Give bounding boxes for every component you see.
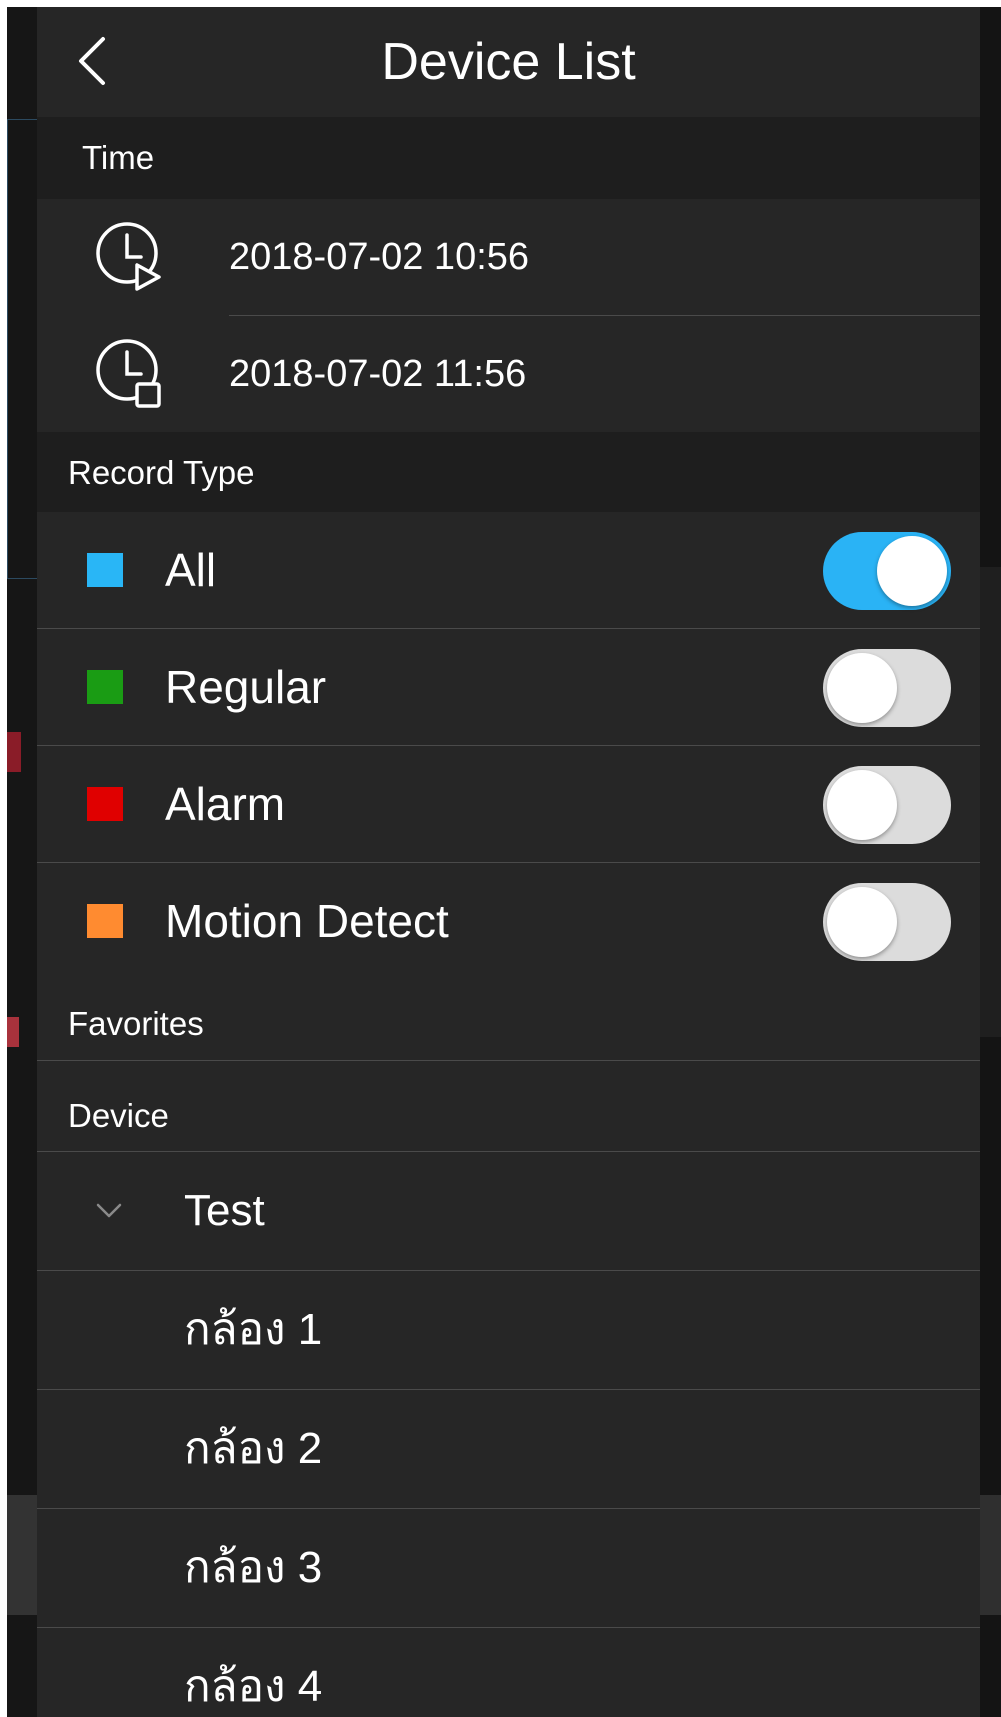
background-left-strip <box>7 7 37 1717</box>
device-group-label: Test <box>184 1186 265 1235</box>
background-panel <box>980 567 1001 1037</box>
toggle-knob <box>877 536 947 606</box>
device-header: Device <box>37 1061 980 1151</box>
camera-row[interactable]: กล้อง 3 <box>37 1509 980 1627</box>
record-type-label: All <box>165 544 217 596</box>
section-label: Device <box>68 1097 169 1134</box>
record-type-row-regular: Regular <box>37 629 980 745</box>
background-red-mark <box>7 1017 19 1047</box>
toggle-motion-detect[interactable] <box>823 883 951 961</box>
camera-label: กล้อง 4 <box>184 1662 323 1711</box>
chevron-down-icon[interactable] <box>93 1194 125 1226</box>
background-bar <box>980 1495 1001 1615</box>
page-title: Device List <box>381 33 636 91</box>
record-type-row-all: All <box>37 512 980 628</box>
section-label: Favorites <box>68 1005 204 1042</box>
favorites-header[interactable]: Favorites <box>37 979 980 1067</box>
section-label: Record Type <box>68 454 255 491</box>
toggle-knob <box>827 653 897 723</box>
section-label: Time <box>82 139 155 176</box>
section-header-time: Time <box>37 117 980 199</box>
camera-row[interactable]: กล้อง 1 <box>37 1271 980 1389</box>
camera-label: กล้อง 1 <box>184 1305 323 1354</box>
toggle-regular[interactable] <box>823 649 951 727</box>
color-swatch-orange <box>87 904 123 938</box>
record-type-row-alarm: Alarm <box>37 746 980 862</box>
camera-label: กล้อง 2 <box>184 1424 323 1473</box>
background-red-mark <box>7 732 21 772</box>
device-group-row[interactable]: Test <box>37 1152 980 1270</box>
toggle-alarm[interactable] <box>823 766 951 844</box>
device-list-panel: Device List Time 2018-07-02 10:56 2018-0… <box>37 7 980 1717</box>
toggle-all[interactable] <box>823 532 951 610</box>
record-type-label: Alarm <box>165 778 286 830</box>
camera-label: กล้อง 3 <box>184 1543 323 1592</box>
color-swatch-red <box>87 787 123 821</box>
end-time-value: 2018-07-02 11:56 <box>229 353 527 395</box>
record-type-label: Regular <box>165 661 327 713</box>
section-header-record-type: Record Type <box>37 432 980 512</box>
color-swatch-green <box>87 670 123 704</box>
background-bar <box>7 1495 37 1615</box>
record-type-label: Motion Detect <box>165 895 449 947</box>
background-right-strip <box>980 7 1001 1717</box>
camera-row[interactable]: กล้อง 2 <box>37 1390 980 1508</box>
toggle-knob <box>827 770 897 840</box>
clock-play-icon <box>96 222 161 291</box>
camera-row[interactable]: กล้อง 4 <box>37 1628 980 1717</box>
start-time-value: 2018-07-02 10:56 <box>229 236 530 278</box>
top-bar: Device List <box>37 7 980 117</box>
toggle-knob <box>827 887 897 957</box>
background-outline <box>7 119 37 579</box>
color-swatch-blue <box>87 553 123 587</box>
end-time-row[interactable]: 2018-07-02 11:56 <box>37 316 980 432</box>
clock-stop-icon <box>96 339 161 408</box>
record-type-row-motion-detect: Motion Detect <box>37 863 980 979</box>
start-time-row[interactable]: 2018-07-02 10:56 <box>37 199 980 315</box>
